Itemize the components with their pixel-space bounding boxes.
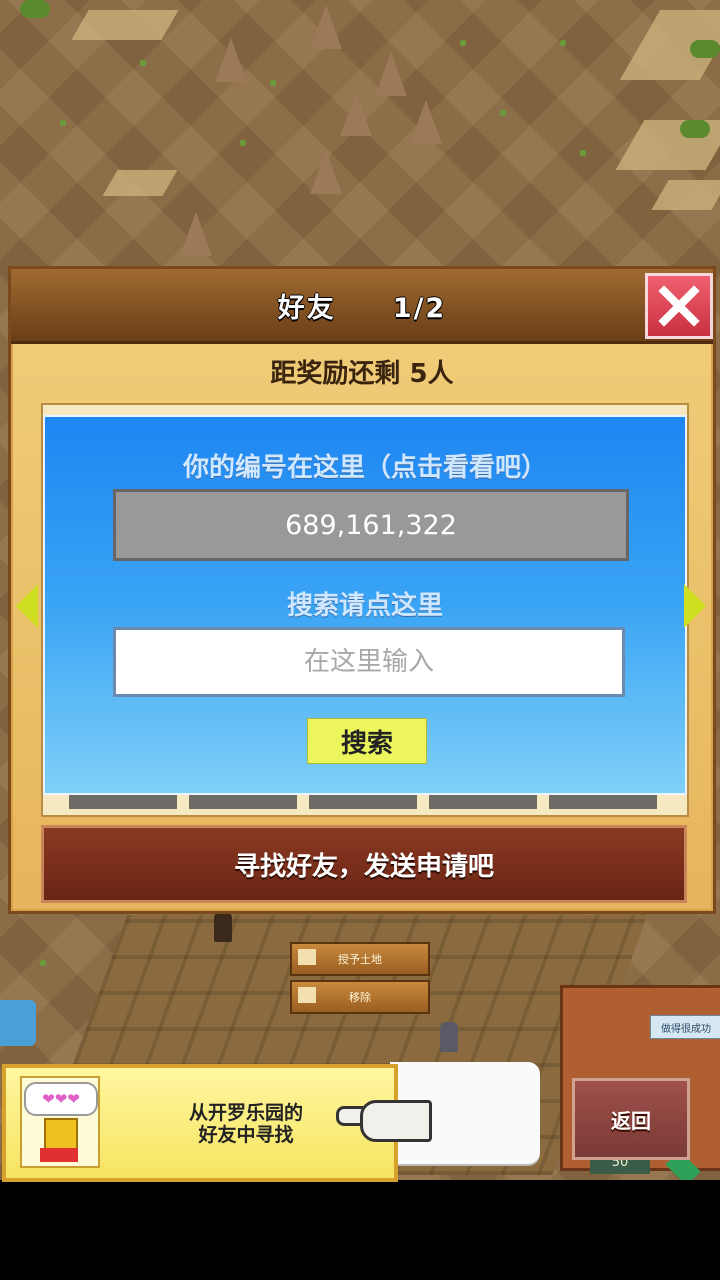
mascot-body [40,1148,78,1162]
grass-tuft [40,960,46,966]
hearts-bubble: ❤❤❤ [24,1082,98,1116]
grant-land-button[interactable]: 授予土地 [290,942,430,976]
mascot-icon [44,1118,78,1150]
rock-spire [340,92,372,136]
bush [690,40,720,58]
sand-tile [651,180,720,210]
panel-title: 好友 1/2 [278,286,446,325]
sand-tile [71,10,179,40]
sand-tile [102,170,178,196]
panel-header: 好友 1/2 [11,269,713,344]
reward-remaining-text: 距奖励还剩 5人 [270,359,454,389]
rock-spire [375,52,407,96]
banner-line-1: 从开罗乐园的 [188,1102,303,1124]
close-icon [658,285,700,327]
banner-text: 从开罗乐园的 好友中寻找 [126,1102,366,1146]
rock-spire [215,38,247,82]
bush [680,120,710,138]
pointing-hand-icon [360,1100,432,1142]
grass-tuft [460,40,466,46]
bush [20,0,50,18]
house-icon [298,987,316,1003]
search-button[interactable]: 搜索 [307,718,427,764]
friend-slot[interactable] [309,795,417,809]
your-id-label: 你的编号在这里（点击看看吧） [182,453,547,483]
friend-slot[interactable] [549,795,657,809]
friend-slot[interactable] [429,795,537,809]
friend-slot[interactable] [69,795,177,809]
grass-tuft [560,40,566,46]
page-indicator: 1/2 [392,292,447,324]
grass-tuft [580,150,586,156]
close-button[interactable] [645,273,713,339]
friend-slot[interactable] [189,795,297,809]
friends-panel: 好友 1/2 距奖励还剩 5人 你的编号在这里（点击看看吧） 689,161,3… [8,266,716,914]
find-friends-button[interactable]: 寻找好友，发送申请吧 [41,825,687,903]
villager-character[interactable] [440,1022,458,1052]
rock-spire [180,212,212,256]
side-menu-icon[interactable] [0,1000,36,1046]
back-button[interactable]: 返回 [572,1078,690,1160]
grass-tuft [140,60,146,66]
search-label: 搜索请点这里 [286,591,443,621]
rock-spire [310,150,342,194]
grass-tuft [60,120,66,126]
villager-character[interactable] [214,912,232,942]
next-page-arrow-icon[interactable] [684,584,706,628]
status-tag: 做得很成功 [650,1015,720,1039]
rock-spire [410,100,442,144]
previous-page-arrow-icon[interactable] [16,584,38,628]
friend-id-search-input[interactable] [113,627,625,697]
grant-land-label: 授予土地 [338,953,382,966]
grass-tuft [270,80,276,86]
rock-spire [310,5,342,49]
mascot-frame: ❤❤❤ [20,1076,100,1168]
friend-search-dialog: 你的编号在这里（点击看看吧） 689,161,322 搜索请点这里 搜索 [43,415,687,795]
grass-tuft [240,140,246,146]
house-icon [298,949,316,965]
your-id-display[interactable]: 689,161,322 [113,489,629,561]
remove-button[interactable]: 移除 [290,980,430,1014]
grass-tuft [500,110,506,116]
remove-label: 移除 [349,991,371,1004]
banner-line-2: 好友中寻找 [198,1124,294,1146]
panel-title-text: 好友 [277,292,336,324]
